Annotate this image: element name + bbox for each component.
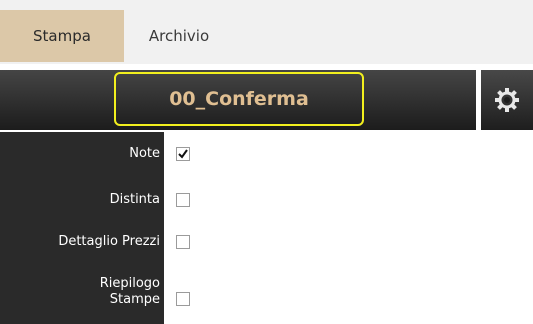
template-title[interactable]: 00_Conferma — [114, 72, 364, 126]
option-label-dettaglio-prezzi: Dettaglio Prezzi — [58, 234, 160, 249]
option-row-dettaglio-prezzi: Dettaglio Prezzi — [0, 224, 533, 264]
tab-stampa[interactable]: Stampa — [0, 10, 124, 62]
option-label-riepilogo-stampe: Riepilogo Stampe — [80, 276, 160, 308]
option-label-distinta: Distinta — [109, 192, 160, 207]
checkmark-icon — [178, 149, 188, 159]
checkbox-dettaglio-prezzi[interactable] — [176, 235, 190, 249]
option-row-distinta: Distinta — [0, 182, 533, 222]
option-label-note: Note — [129, 146, 160, 161]
gear-icon — [495, 88, 519, 112]
checkbox-riepilogo-stampe[interactable] — [176, 292, 190, 306]
option-row-riepilogo-stampe: Riepilogo Stampe — [0, 270, 533, 310]
checkbox-note[interactable] — [176, 147, 190, 161]
tab-bar: Stampa Archivio — [0, 0, 533, 64]
option-label-riepilogo-line2: Stampe — [109, 292, 160, 307]
settings-button[interactable] — [481, 70, 533, 130]
option-row-note: Note — [0, 138, 533, 178]
tab-archivio[interactable]: Archivio — [124, 10, 234, 62]
print-toolbar: 00_Conferma — [0, 64, 533, 130]
option-label-riepilogo-line1: Riepilogo — [99, 276, 160, 291]
checkbox-distinta[interactable] — [176, 193, 190, 207]
